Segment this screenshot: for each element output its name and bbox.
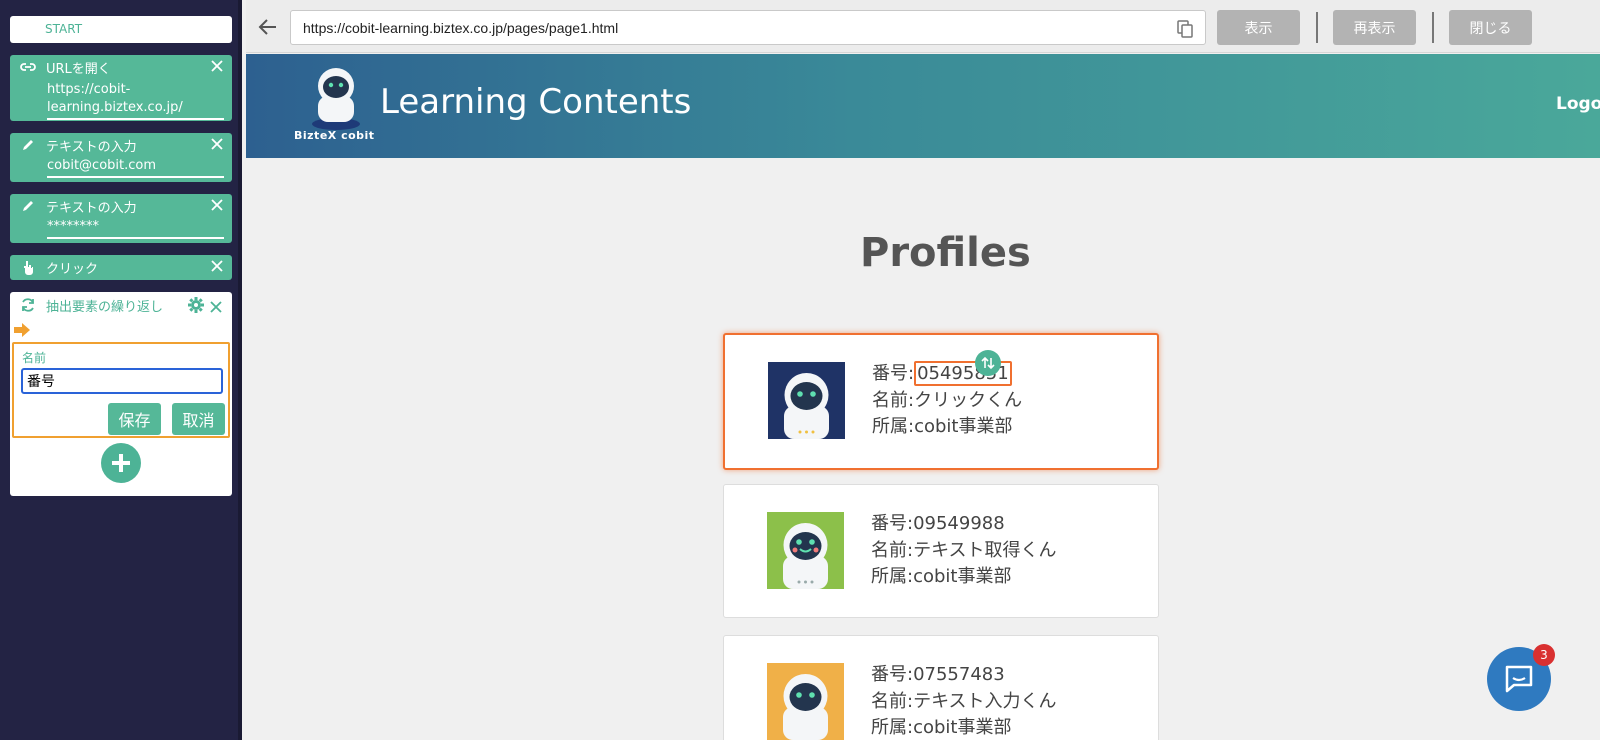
step-open-url[interactable]: URLを開く https://cobit-learning.biztex.co.… — [10, 55, 232, 121]
browser-toolbar: https://cobit-learning.biztex.co.jp/page… — [246, 0, 1600, 53]
step-text-input-password[interactable]: テキストの入力 ******** — [10, 194, 232, 243]
close-icon[interactable] — [210, 59, 224, 73]
profile-id: 07557483 — [913, 664, 1005, 685]
step-text-input-email[interactable]: テキストの入力 cobit@cobit.com — [10, 133, 232, 182]
profile-details: 番号:09549988 名前:テキスト取得くん 所属:cobit事業部 — [871, 511, 1057, 591]
loop-title: 抽出要素の繰り返し — [46, 299, 164, 315]
close-icon[interactable] — [210, 198, 224, 212]
profile-id: 09549988 — [913, 513, 1005, 534]
pencil-icon — [20, 137, 36, 153]
profile-card[interactable]: 番号:07557483 名前:テキスト入力くん 所属:cobit事業部 — [723, 635, 1159, 740]
notification-badge: 3 — [1533, 644, 1555, 666]
reload-button[interactable]: 再表示 — [1333, 10, 1416, 45]
profile-id-line: 番号:07557483 — [871, 664, 1005, 685]
close-icon[interactable] — [210, 137, 224, 151]
name-input[interactable] — [21, 368, 223, 394]
workflow-sidebar: START URLを開く https://cobit-learning.bizt… — [0, 0, 242, 740]
sort-arrows-icon[interactable] — [975, 350, 1001, 376]
site-header: BizteX cobit Learning Contents Logout — [246, 54, 1600, 158]
profile-card[interactable]: 番号: 05495851 名前:クリックくん 所属:cobit事業部 — [723, 333, 1159, 470]
show-button[interactable]: 表示 — [1217, 10, 1300, 45]
back-arrow-icon[interactable] — [258, 17, 278, 37]
save-button[interactable]: 保存 — [108, 403, 161, 435]
profile-id-line: 番号:09549988 — [871, 513, 1005, 534]
refresh-icon — [20, 297, 36, 313]
profile-details: 番号: 05495851 名前:クリックくん 所属:cobit事業部 — [872, 361, 1022, 441]
step-click[interactable]: クリック — [10, 255, 232, 280]
copy-icon[interactable] — [1177, 20, 1193, 38]
avatar — [768, 362, 845, 439]
add-step-button[interactable] — [101, 443, 141, 483]
gear-icon[interactable] — [188, 297, 204, 313]
name-label: 名前 — [22, 351, 47, 365]
plus-icon — [112, 454, 130, 472]
brand-name: BizteX cobit — [294, 129, 375, 142]
step-value[interactable]: https://cobit-learning.biztex.co.jp/ — [47, 81, 224, 120]
logout-link[interactable]: Logout — [1556, 94, 1600, 114]
step-title: クリック — [46, 261, 99, 277]
profile-name: 名前:クリックくん — [872, 389, 1023, 411]
profile-name: 名前:テキスト取得くん — [871, 539, 1057, 561]
profile-name: 名前:テキスト入力くん — [871, 690, 1057, 712]
close-button[interactable]: 閉じる — [1449, 10, 1532, 45]
robot-logo-icon[interactable] — [306, 66, 366, 134]
name-edit-panel: 名前 保存 取消 — [12, 342, 230, 438]
profile-dept: 所属:cobit事業部 — [871, 717, 1012, 738]
url-text: https://cobit-learning.biztex.co.jp/page… — [303, 20, 619, 36]
divider — [1316, 12, 1318, 43]
divider — [1432, 12, 1434, 43]
close-icon[interactable] — [210, 298, 224, 313]
chat-icon — [1505, 665, 1533, 693]
pencil-icon — [20, 198, 36, 214]
profile-dept: 所属:cobit事業部 — [871, 566, 1012, 587]
profile-details: 番号:07557483 名前:テキスト入力くん 所属:cobit事業部 — [871, 662, 1057, 740]
start-node[interactable]: START — [10, 16, 232, 43]
arrow-right-icon — [14, 322, 30, 337]
link-icon — [20, 59, 36, 75]
pointer-hand-icon — [20, 259, 36, 275]
step-value[interactable]: cobit@cobit.com — [47, 157, 224, 178]
step-title: テキストの入力 — [46, 200, 137, 216]
profile-dept: 所属:cobit事業部 — [872, 416, 1013, 437]
step-title: URLを開く — [46, 61, 111, 77]
close-icon[interactable] — [210, 259, 224, 273]
url-field[interactable]: https://cobit-learning.biztex.co.jp/page… — [290, 10, 1206, 45]
step-value[interactable]: ******** — [47, 218, 224, 239]
site-title: Learning Contents — [380, 82, 692, 122]
cancel-button[interactable]: 取消 — [172, 403, 225, 435]
avatar — [767, 512, 844, 589]
step-title: テキストの入力 — [46, 139, 137, 155]
loop-step-panel: 抽出要素の繰り返し 名前 保存 取消 — [10, 292, 232, 496]
avatar — [767, 663, 844, 740]
page-title: Profiles — [860, 230, 1031, 276]
profile-card[interactable]: 番号:09549988 名前:テキスト取得くん 所属:cobit事業部 — [723, 484, 1159, 618]
